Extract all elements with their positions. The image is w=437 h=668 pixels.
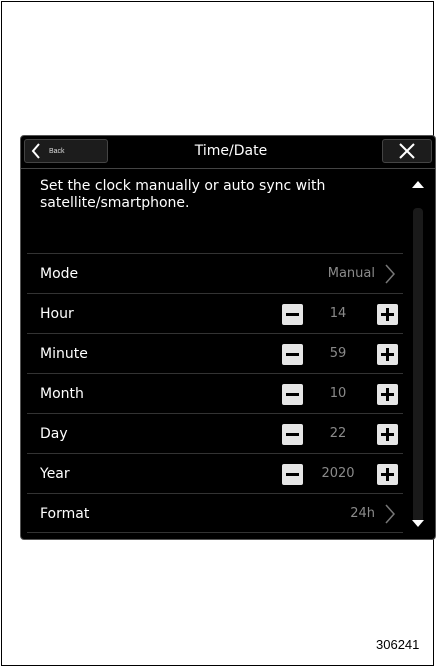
minus-icon	[286, 393, 299, 396]
month-value: 10	[329, 386, 347, 401]
row-day: Day 22	[27, 413, 403, 453]
month-decrement-button[interactable]	[282, 384, 303, 405]
row-label: Mode	[40, 266, 79, 282]
plus-icon	[381, 348, 394, 361]
title-bar: Back Time/Date	[21, 136, 435, 169]
plus-icon	[381, 428, 394, 441]
day-increment-button[interactable]	[377, 424, 398, 445]
back-label: Back	[49, 147, 65, 155]
format-value: 24h	[350, 506, 375, 521]
mode-value: Manual	[327, 266, 375, 281]
row-label: Minute	[40, 346, 88, 362]
hour-decrement-button[interactable]	[282, 304, 303, 325]
row-label: Format	[40, 506, 90, 522]
row-mode[interactable]: Mode Manual	[27, 253, 403, 293]
year-decrement-button[interactable]	[282, 464, 303, 485]
row-label: Year	[40, 466, 70, 482]
minute-increment-button[interactable]	[377, 344, 398, 365]
month-increment-button[interactable]	[377, 384, 398, 405]
row-minute: Minute 59	[27, 333, 403, 373]
year-increment-button[interactable]	[377, 464, 398, 485]
close-icon	[399, 143, 415, 159]
row-label: Month	[40, 386, 84, 402]
minus-icon	[286, 313, 299, 316]
plus-icon	[381, 468, 394, 481]
row-month: Month 10	[27, 373, 403, 413]
day-decrement-button[interactable]	[282, 424, 303, 445]
day-value: 22	[329, 426, 347, 441]
close-button[interactable]	[382, 139, 432, 163]
row-year: Year 2020	[27, 453, 403, 493]
minute-value: 59	[329, 346, 347, 361]
plus-icon	[381, 308, 394, 321]
back-button[interactable]: Back	[24, 139, 108, 163]
plus-icon	[381, 388, 394, 401]
minus-icon	[286, 473, 299, 476]
description-text: Set the clock manually or auto sync with…	[40, 178, 326, 211]
chevron-right-icon	[385, 264, 396, 284]
page-title: Time/Date	[194, 143, 268, 159]
scrollbar-track[interactable]	[413, 208, 423, 523]
minus-icon	[286, 353, 299, 356]
hour-increment-button[interactable]	[377, 304, 398, 325]
settings-list: Mode Manual Hour 14 Minute 59 Month 10 D…	[27, 253, 403, 533]
figure-code: 306241	[376, 637, 420, 652]
chevron-left-icon	[31, 143, 40, 159]
minus-icon	[286, 433, 299, 436]
hour-value: 14	[329, 306, 347, 321]
year-value: 2020	[321, 466, 355, 481]
chevron-right-icon	[385, 504, 396, 524]
row-label: Day	[40, 426, 68, 442]
row-label: Hour	[40, 306, 74, 322]
minute-decrement-button[interactable]	[282, 344, 303, 365]
scroll-down-icon[interactable]	[409, 516, 427, 530]
time-date-screen: Back Time/Date Set the clock manually or…	[20, 135, 436, 540]
row-format[interactable]: Format 24h	[27, 493, 403, 533]
row-hour: Hour 14	[27, 293, 403, 333]
scroll-up-icon[interactable]	[409, 178, 427, 192]
